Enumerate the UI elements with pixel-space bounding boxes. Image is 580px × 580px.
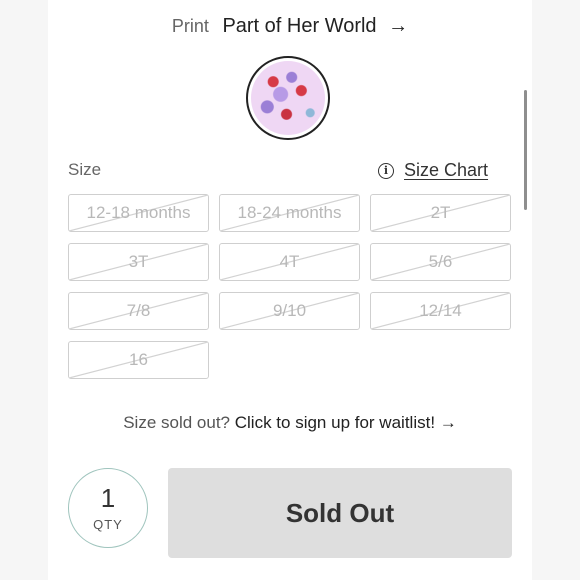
size-option[interactable]: 12-18 months bbox=[68, 194, 209, 232]
size-option-label: 3T bbox=[128, 252, 149, 271]
size-option[interactable]: 2T bbox=[370, 194, 511, 232]
size-option[interactable]: 5/6 bbox=[370, 243, 511, 281]
size-option-label: 2T bbox=[430, 203, 451, 222]
print-label: Print bbox=[171, 16, 209, 36]
print-swatch[interactable] bbox=[246, 56, 330, 140]
size-option-label: 4T bbox=[279, 252, 300, 271]
size-chart-link[interactable]: i Size Chart bbox=[378, 160, 488, 181]
size-options: 12-18 months 18-24 months 2T 3T 4T 5/6 7… bbox=[68, 194, 511, 379]
size-option[interactable]: 4T bbox=[219, 243, 360, 281]
scrollbar[interactable] bbox=[524, 90, 527, 210]
print-selector[interactable]: Print Part of Her World → bbox=[0, 12, 580, 40]
size-option-label: 16 bbox=[129, 350, 148, 369]
size-option-label: 12-18 months bbox=[86, 203, 191, 222]
waitlist-link[interactable]: Click to sign up for waitlist! bbox=[235, 413, 435, 432]
waitlist-prefix: Size sold out? bbox=[123, 413, 231, 432]
size-option-label: 7/8 bbox=[126, 301, 151, 320]
arrow-right-icon: → bbox=[439, 413, 457, 432]
quantity-label: QTY bbox=[93, 516, 123, 532]
waitlist-prompt: Size sold out? Click to sign up for wait… bbox=[0, 413, 580, 433]
size-option[interactable]: 9/10 bbox=[219, 292, 360, 330]
sold-out-button[interactable]: Sold Out bbox=[168, 468, 512, 558]
size-option-label: 12/14 bbox=[419, 301, 462, 320]
quantity-value: 1 bbox=[100, 482, 116, 513]
size-option[interactable]: 12/14 bbox=[370, 292, 511, 330]
print-swatch-image bbox=[251, 61, 325, 135]
quantity-selector[interactable]: 1 QTY bbox=[68, 468, 148, 548]
arrow-right-icon: → bbox=[388, 15, 409, 37]
size-label: Size bbox=[68, 160, 102, 179]
size-option-label: 18-24 months bbox=[237, 203, 342, 222]
size-option[interactable]: 16 bbox=[68, 341, 209, 379]
size-option[interactable]: 18-24 months bbox=[219, 194, 360, 232]
print-name[interactable]: Part of Her World bbox=[222, 15, 376, 37]
size-option[interactable]: 3T bbox=[68, 243, 209, 281]
size-option-label: 9/10 bbox=[272, 301, 307, 320]
size-option-label: 5/6 bbox=[428, 252, 453, 271]
size-option[interactable]: 7/8 bbox=[68, 292, 209, 330]
size-chart-label: Size Chart bbox=[404, 160, 489, 180]
info-icon: i bbox=[378, 162, 394, 179]
